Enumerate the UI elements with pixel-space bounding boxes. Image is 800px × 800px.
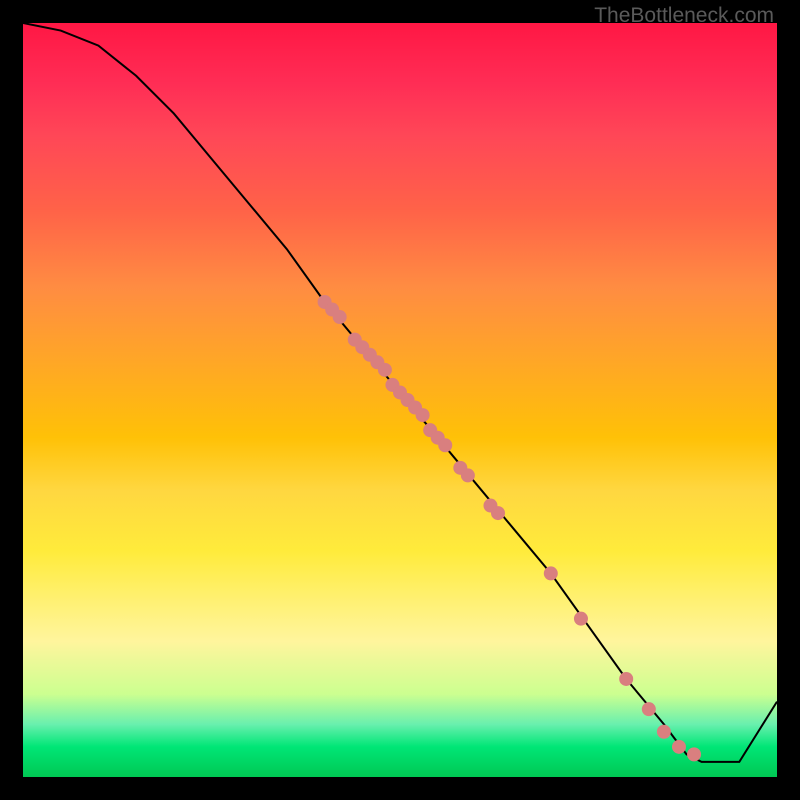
data-marker: [416, 408, 430, 422]
data-markers: [318, 295, 701, 761]
data-marker: [544, 566, 558, 580]
data-marker: [491, 506, 505, 520]
data-marker: [619, 672, 633, 686]
data-marker: [574, 612, 588, 626]
data-marker: [657, 725, 671, 739]
data-marker: [642, 702, 656, 716]
watermark-text: TheBottleneck.com: [594, 4, 774, 28]
data-marker: [672, 740, 686, 754]
data-marker: [687, 747, 701, 761]
data-marker: [461, 468, 475, 482]
data-marker: [438, 438, 452, 452]
chart-canvas: [23, 23, 777, 777]
data-marker: [378, 363, 392, 377]
data-marker: [333, 310, 347, 324]
